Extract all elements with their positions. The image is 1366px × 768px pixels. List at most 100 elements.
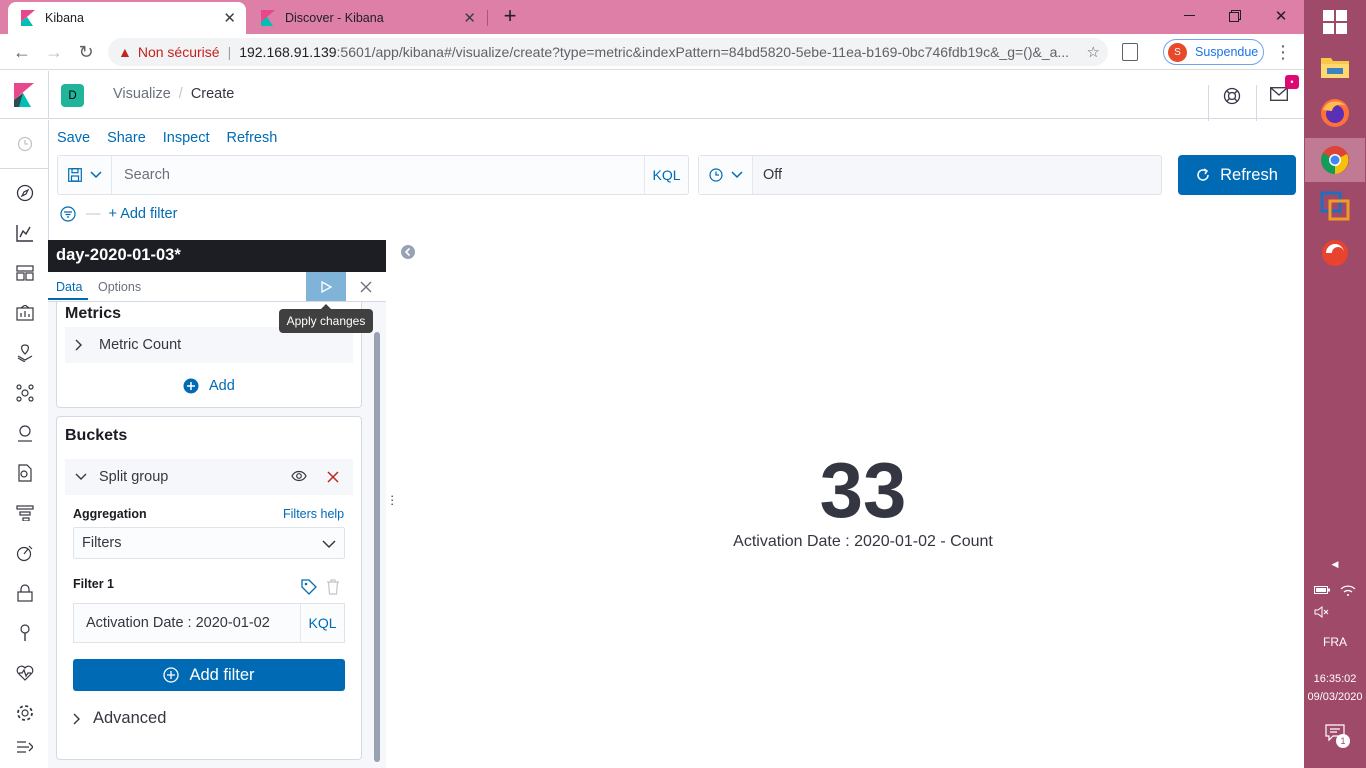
dashboard-icon[interactable] xyxy=(15,263,35,283)
show-hidden-icons-icon[interactable]: ◀ xyxy=(1304,559,1366,570)
new-tab-button[interactable]: + xyxy=(498,5,522,29)
active-tab-indicator xyxy=(48,298,88,300)
browser-menu-icon[interactable]: ⋮ xyxy=(1274,42,1292,62)
browser-app-icon[interactable] xyxy=(1305,231,1365,275)
kibana-favicon-icon xyxy=(260,10,276,26)
maps-icon[interactable] xyxy=(15,343,35,363)
refresh-button[interactable]: Refresh xyxy=(1178,155,1296,195)
visualize-chart-icon[interactable] xyxy=(15,223,35,243)
filter-kql-button[interactable]: KQL xyxy=(300,604,344,642)
ml-icon[interactable] xyxy=(15,383,35,403)
volume-muted-icon[interactable] xyxy=(1312,606,1332,621)
saved-query-button[interactable] xyxy=(58,156,112,194)
uptime-icon[interactable] xyxy=(15,543,35,563)
canvas-icon[interactable] xyxy=(15,303,35,323)
clock-time[interactable]: 16:35:02 xyxy=(1304,673,1366,685)
close-window-button[interactable]: ✕ xyxy=(1258,2,1304,30)
address-bar[interactable]: ▲ Non sécurisé | 192.168.91.139 :5601/ap… xyxy=(108,38,1108,66)
close-tab-icon[interactable]: ✕ xyxy=(223,9,236,27)
chevron-down-icon xyxy=(89,171,102,179)
collapse-nav-icon[interactable] xyxy=(15,737,35,757)
share-link[interactable]: Share xyxy=(107,130,146,146)
wifi-icon[interactable] xyxy=(1338,584,1358,599)
logs-icon[interactable] xyxy=(15,463,35,483)
tab-discover[interactable]: Discover - Kibana ✕ xyxy=(248,2,486,34)
tag-label-icon[interactable] xyxy=(301,579,317,598)
breadcrumb-visualize[interactable]: Visualize xyxy=(113,86,171,102)
chevron-down-icon[interactable] xyxy=(75,473,89,481)
query-bar: KQL xyxy=(57,155,689,195)
metrics-heading: Metrics xyxy=(65,305,122,322)
recently-viewed-clock-icon[interactable] xyxy=(15,134,35,154)
remove-x-icon[interactable] xyxy=(327,471,339,487)
date-range-value[interactable]: Off xyxy=(753,167,782,183)
trash-icon[interactable] xyxy=(325,579,341,598)
filter-options-icon[interactable] xyxy=(60,206,76,222)
filter-1-input[interactable]: Activation Date : 2020-01-02 KQL xyxy=(73,603,345,643)
apply-changes-button[interactable] xyxy=(306,272,346,301)
collapse-sidebar-icon[interactable] xyxy=(400,244,416,260)
date-picker: Off xyxy=(698,155,1162,195)
file-explorer-icon[interactable] xyxy=(1305,44,1365,88)
quick-select-button[interactable] xyxy=(699,156,753,194)
infrastructure-icon[interactable] xyxy=(15,423,35,443)
add-filter-button[interactable]: Add filter xyxy=(73,659,345,691)
bookmark-star-icon[interactable]: ☆ xyxy=(1080,43,1100,61)
firefox-icon[interactable] xyxy=(1305,91,1365,135)
clock-icon xyxy=(708,168,723,182)
split-group-row[interactable]: Split group xyxy=(65,459,353,495)
discard-close-icon[interactable] xyxy=(358,279,374,295)
resize-handle[interactable]: · · · xyxy=(390,489,394,510)
input-language[interactable]: FRA xyxy=(1304,635,1366,649)
search-input[interactable] xyxy=(112,156,644,194)
profile-status: Suspendue xyxy=(1195,45,1259,59)
back-arrow-icon[interactable]: ← xyxy=(8,38,36,66)
refresh-link[interactable]: Refresh xyxy=(227,130,278,146)
kibana-logo-icon[interactable] xyxy=(14,83,34,107)
help-lifebuoy-icon[interactable] xyxy=(1222,86,1242,106)
forward-arrow-icon[interactable]: → xyxy=(40,38,68,66)
space-avatar[interactable]: D xyxy=(61,84,84,107)
save-link[interactable]: Save xyxy=(57,130,90,146)
dev-tools-wrench-icon[interactable] xyxy=(15,623,35,643)
tab-data[interactable]: Data xyxy=(56,280,82,294)
refresh-button-label: Refresh xyxy=(1220,165,1278,184)
battery-icon[interactable] xyxy=(1312,584,1332,598)
notification-count-badge: 1 xyxy=(1336,734,1350,748)
management-gear-icon[interactable] xyxy=(15,703,35,723)
profile-button[interactable]: S Suspendue xyxy=(1163,39,1264,65)
tab-title: Discover - Kibana xyxy=(285,11,384,25)
add-filter-link[interactable]: + Add filter xyxy=(109,206,178,222)
discover-compass-icon[interactable] xyxy=(15,183,35,203)
close-tab-icon[interactable]: ✕ xyxy=(463,9,476,27)
tab-kibana[interactable]: Kibana ✕ xyxy=(8,2,246,34)
apm-icon[interactable] xyxy=(15,503,35,523)
virtualbox-icon[interactable] xyxy=(1305,184,1365,228)
chevron-right-icon[interactable] xyxy=(75,339,89,351)
chrome-icon[interactable] xyxy=(1305,138,1365,182)
kql-toggle-button[interactable]: KQL xyxy=(644,156,688,194)
add-metric-button[interactable]: Add xyxy=(183,378,235,394)
reload-icon[interactable]: ↻ xyxy=(72,38,100,66)
filters-help-link[interactable]: Filters help xyxy=(283,507,344,521)
siem-lock-icon[interactable] xyxy=(15,583,35,603)
aggregation-value: Filters xyxy=(82,535,122,551)
minimize-button[interactable] xyxy=(1166,2,1212,30)
eye-icon[interactable] xyxy=(291,470,307,486)
browser-tab-strip: Kibana ✕ Discover - Kibana ✕ + ✕ xyxy=(0,0,1304,34)
inspect-link[interactable]: Inspect xyxy=(163,130,210,146)
advanced-toggle[interactable]: Advanced xyxy=(73,709,166,728)
sidebar-scrollbar[interactable] xyxy=(374,332,380,762)
windows-start-icon[interactable] xyxy=(1305,0,1365,44)
restore-button[interactable] xyxy=(1212,2,1258,30)
plus-circle-icon xyxy=(183,378,199,394)
extension-icon[interactable] xyxy=(1122,43,1138,61)
buckets-heading: Buckets xyxy=(65,427,128,444)
monitoring-heart-icon[interactable] xyxy=(15,663,35,683)
aggregation-select[interactable]: Filters xyxy=(73,527,345,559)
url-path: :5601/app/kibana#/visualize/create?type=… xyxy=(336,44,1070,60)
mail-icon[interactable] xyxy=(1270,87,1290,103)
add-filter-button-label: Add filter xyxy=(189,665,255,684)
clock-date[interactable]: 09/03/2020 xyxy=(1304,691,1366,703)
tab-options[interactable]: Options xyxy=(98,280,141,294)
